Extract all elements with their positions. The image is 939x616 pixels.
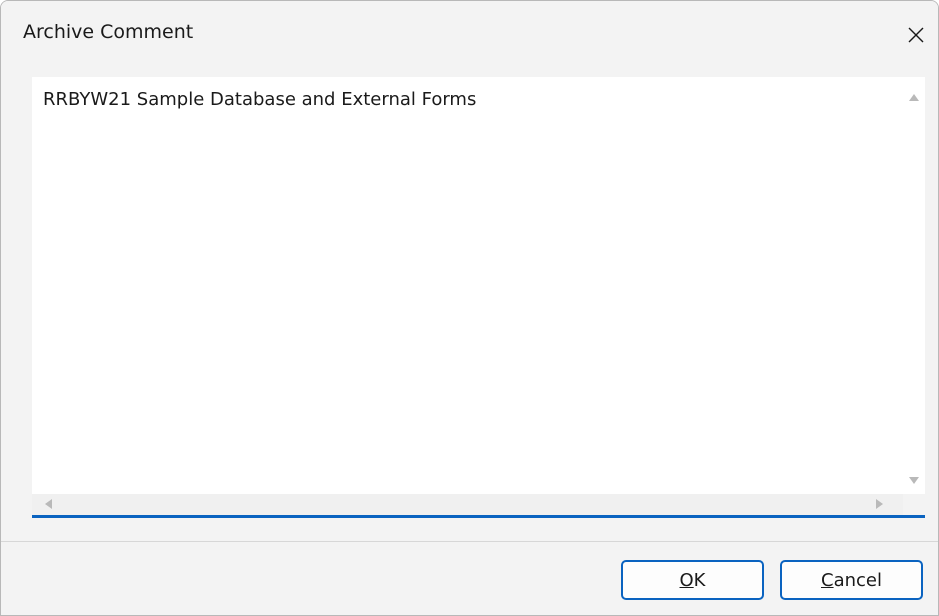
cancel-label-rest: ancel bbox=[833, 569, 882, 591]
close-icon bbox=[908, 27, 924, 43]
horizontal-scrollbar[interactable] bbox=[32, 494, 903, 515]
comment-textarea[interactable]: RRBYW21 Sample Database and External For… bbox=[32, 77, 925, 518]
title-bar[interactable]: Archive Comment bbox=[1, 1, 938, 67]
ok-mnemonic: O bbox=[679, 569, 694, 591]
close-button[interactable] bbox=[894, 13, 938, 57]
scroll-up-arrow-icon[interactable] bbox=[909, 94, 919, 101]
cancel-button[interactable]: Cancel bbox=[780, 560, 923, 600]
scroll-left-arrow-icon[interactable] bbox=[45, 499, 52, 509]
scroll-down-arrow-icon[interactable] bbox=[909, 477, 919, 484]
dialog-title: Archive Comment bbox=[23, 21, 194, 43]
ok-button[interactable]: OK bbox=[621, 560, 764, 600]
scrollbar-corner bbox=[903, 494, 925, 515]
cancel-mnemonic: C bbox=[821, 569, 834, 591]
ok-label-rest: K bbox=[693, 569, 706, 591]
dialog-footer: OK Cancel bbox=[1, 542, 938, 615]
scroll-right-arrow-icon[interactable] bbox=[876, 499, 883, 509]
archive-comment-dialog: Archive Comment RRBYW21 Sample Database … bbox=[0, 0, 939, 616]
comment-text: RRBYW21 Sample Database and External For… bbox=[43, 89, 477, 110]
vertical-scrollbar[interactable] bbox=[903, 77, 925, 494]
